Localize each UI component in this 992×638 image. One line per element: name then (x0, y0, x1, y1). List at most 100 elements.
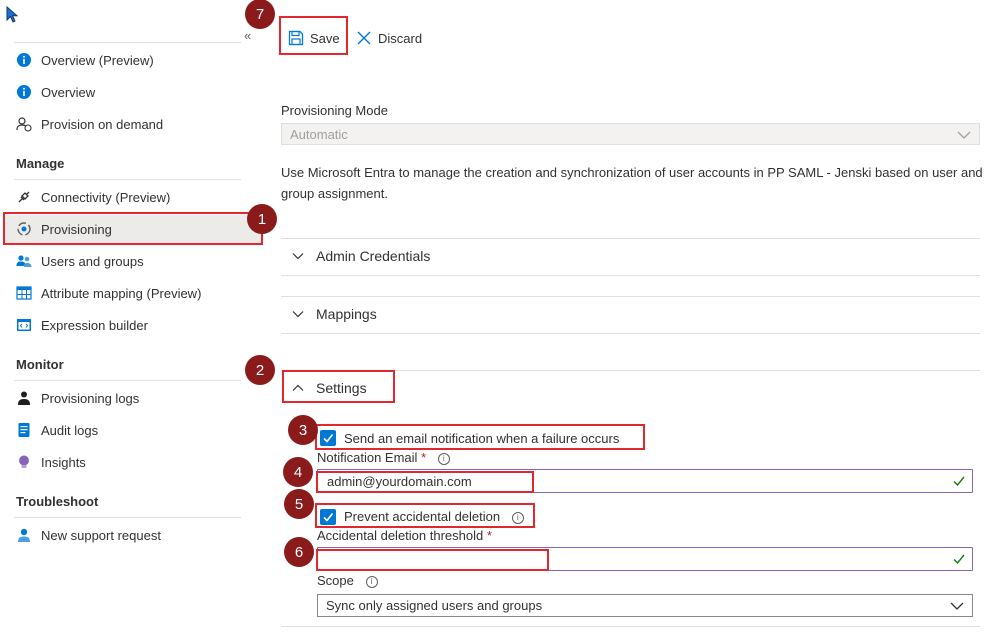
save-icon (288, 30, 304, 46)
divider (14, 517, 241, 518)
sidebar-item-label: Overview (41, 84, 96, 100)
person-sync-icon (16, 116, 32, 132)
sidebar-item-provision-on-demand[interactable]: Provision on demand (14, 110, 241, 138)
scope-select[interactable]: Sync only assigned users and groups (317, 594, 973, 617)
sidebar: « Overview (Preview) Overview Provision … (0, 0, 277, 638)
accordion-settings[interactable]: Settings (292, 374, 367, 402)
discard-button[interactable]: Discard (356, 26, 422, 50)
close-icon (357, 31, 371, 45)
divider (281, 370, 980, 371)
sidebar-item-label: New support request (41, 527, 161, 543)
required-marker: * (486, 528, 492, 543)
divider (281, 296, 980, 297)
annotation-badge: 5 (284, 489, 314, 519)
info-icon (16, 52, 32, 68)
info-icon[interactable]: i (365, 575, 378, 588)
sidebar-item-new-support-request[interactable]: New support request (14, 521, 241, 549)
sidebar-item-label: Provisioning logs (41, 390, 140, 406)
collapse-sidebar-button[interactable]: « (244, 28, 251, 43)
divider (14, 179, 241, 180)
section-heading-troubleshoot: Troubleshoot (16, 494, 99, 509)
notification-email-label: Notification Email * i (317, 450, 450, 465)
annotation-badge: 2 (245, 355, 275, 385)
scope-value: Sync only assigned users and groups (326, 598, 543, 613)
annotation-badge: 6 (284, 537, 314, 567)
divider (281, 275, 980, 276)
provisioning-mode-label: Provisioning Mode (281, 103, 388, 118)
main-panel: Save Discard 7 Provisioning Mode Automat… (245, 0, 992, 638)
sidebar-item-provisioning-logs[interactable]: Provisioning logs (14, 384, 241, 412)
accordion-label: Admin Credentials (316, 248, 431, 264)
bulb-icon (16, 454, 32, 470)
divider (281, 238, 980, 239)
sidebar-item-connectivity[interactable]: Connectivity (Preview) (14, 183, 241, 211)
accordion-label: Settings (316, 380, 367, 396)
annotation-badge: 7 (245, 0, 275, 29)
table-icon (16, 285, 32, 301)
info-icon[interactable]: i (511, 511, 524, 524)
checkmark-icon (323, 434, 334, 443)
sidebar-item-expression-builder[interactable]: Expression builder (14, 311, 241, 339)
email-notification-label: Send an email notification when a failur… (344, 431, 620, 446)
chevron-down-icon (292, 253, 304, 260)
prevent-deletion-checkbox[interactable] (320, 509, 336, 525)
valid-check-icon (953, 476, 965, 487)
email-notification-checkbox[interactable] (320, 430, 336, 446)
sidebar-item-label: Provision on demand (41, 116, 164, 132)
divider (281, 626, 980, 627)
sidebar-item-label: Provisioning (41, 221, 112, 237)
discard-button-label: Discard (378, 30, 423, 46)
chevron-down-icon (957, 131, 971, 139)
sidebar-item-label: Expression builder (41, 317, 148, 333)
section-heading-manage: Manage (16, 156, 65, 171)
sidebar-item-label: Attribute mapping (Preview) (41, 285, 202, 301)
audit-log-icon (16, 422, 32, 438)
save-button-label: Save (310, 30, 340, 46)
chevron-up-icon (292, 384, 304, 391)
accordion-admin-credentials[interactable]: Admin Credentials (292, 242, 430, 270)
deletion-threshold-input[interactable] (317, 547, 973, 571)
deletion-threshold-label-text: Accidental deletion threshold (317, 528, 484, 543)
provisioning-description: Use Microsoft Entra to manage the creati… (281, 165, 983, 201)
provisioning-mode-select[interactable]: Automatic (281, 123, 980, 145)
sidebar-item-overview[interactable]: Overview (14, 78, 241, 106)
section-heading-monitor: Monitor (16, 357, 64, 372)
sidebar-item-label: Audit logs (41, 422, 99, 438)
mouse-cursor-icon (6, 6, 19, 23)
deletion-threshold-label: Accidental deletion threshold * (317, 528, 492, 543)
sidebar-item-audit-logs[interactable]: Audit logs (14, 416, 241, 444)
info-icon (16, 84, 32, 100)
sidebar-item-label: Users and groups (41, 253, 144, 269)
scope-label: Scope i (317, 573, 378, 588)
sidebar-item-users-and-groups[interactable]: Users and groups (14, 247, 241, 275)
prevent-deletion-label-text: Prevent accidental deletion (344, 509, 501, 524)
checkmark-icon (323, 513, 334, 522)
valid-check-icon (953, 554, 965, 565)
sidebar-item-attribute-mapping[interactable]: Attribute mapping (Preview) (14, 279, 241, 307)
notification-email-label-text: Notification Email (317, 450, 418, 465)
scope-label-text: Scope (317, 573, 354, 588)
chevron-down-icon (950, 602, 964, 610)
divider (281, 333, 980, 334)
users-icon (16, 253, 32, 269)
provisioning-icon (16, 221, 32, 237)
accordion-label: Mappings (316, 306, 377, 322)
chevron-down-icon (292, 311, 304, 318)
sidebar-item-provisioning[interactable]: Provisioning (4, 215, 261, 243)
provisioning-mode-value: Automatic (290, 126, 348, 142)
divider (14, 380, 241, 381)
info-icon[interactable]: i (437, 452, 450, 465)
sidebar-item-label: Insights (41, 454, 86, 470)
save-button[interactable]: Save (288, 26, 340, 50)
annotation-badge: 3 (288, 415, 318, 445)
divider (14, 42, 241, 43)
accordion-mappings[interactable]: Mappings (292, 300, 377, 328)
plug-icon (16, 189, 32, 205)
sidebar-item-overview-preview[interactable]: Overview (Preview) (14, 46, 241, 74)
notification-email-value: admin@yourdomain.com (327, 473, 472, 489)
required-marker: * (421, 450, 427, 465)
sidebar-item-label: Overview (Preview) (41, 52, 154, 68)
annotation-badge: 4 (283, 457, 313, 487)
notification-email-input[interactable]: admin@yourdomain.com (317, 469, 973, 493)
sidebar-item-insights[interactable]: Insights (14, 448, 241, 476)
